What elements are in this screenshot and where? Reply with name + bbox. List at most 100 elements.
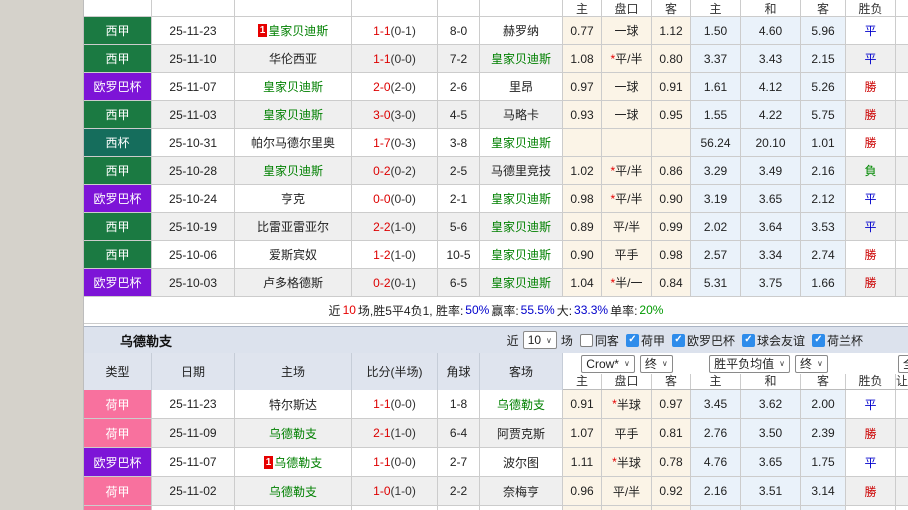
match-row: 欧罗巴杯 25-11-07 1 乌德勒支 1-1 (0-0) 2-7 波尔图 1.11 * 半球 0.… (84, 448, 908, 477)
recent-count-select[interactable]: 10 ∨ (522, 331, 557, 349)
away-team-link[interactable]: 波尔图 (503, 454, 539, 471)
same-away-checkbox[interactable] (579, 333, 593, 347)
result-cell: 平 (846, 390, 896, 418)
eu-draw-odds: 4.12 (741, 73, 801, 100)
score-cell: 0-2 (0-1) (352, 269, 438, 296)
away-cell: 皇家贝迪斯 (480, 45, 563, 72)
result-badge: 勝 (864, 136, 877, 150)
clipped-edge-cell (896, 241, 908, 268)
euro-odds-mode-select[interactable]: 胜平负均值 ∨ (709, 354, 790, 373)
away-team-link[interactable]: 皇家贝迪斯 (491, 190, 551, 207)
halftime-score: (0-0) (390, 455, 416, 469)
home-team-link[interactable]: 亨克 (281, 190, 305, 207)
away-team-link[interactable]: 乌德勒支 (497, 396, 545, 413)
ah-line-cell: 一球 (602, 101, 652, 128)
ah-line-cell (602, 506, 652, 510)
eu-home-odds: 2.16 (691, 477, 741, 505)
home-team-link[interactable]: 爱斯宾奴 (269, 246, 317, 263)
league-filter-checkbox-0[interactable]: ✓ (625, 333, 639, 347)
result-cell: 負 (846, 157, 896, 184)
home-team-link[interactable]: 皇家贝迪斯 (263, 78, 323, 95)
home-team-link[interactable]: 皇家贝迪斯 (268, 22, 328, 39)
corners-cell: 2-6 (438, 73, 480, 100)
eu-away-odds: 2.15 (801, 45, 846, 72)
fulltime-score: 1-0 (373, 484, 391, 498)
ah-away-odds: 0.95 (652, 101, 691, 128)
league-filter-checkbox-1[interactable]: ✓ (671, 333, 685, 347)
score-cell: 2-2 (1-0) (352, 213, 438, 240)
home-team-link[interactable]: 特尔斯达 (269, 396, 317, 413)
ah-home-odds: 0.97 (563, 73, 602, 100)
header-empty-cell (352, 0, 438, 16)
home-team-link[interactable]: 乌德勒支 (269, 483, 317, 500)
date-cell: 25-11-07 (152, 73, 235, 100)
away-cell: 皇家贝迪斯 (480, 241, 563, 268)
clipped-edge-select[interactable]: 全 (898, 354, 908, 373)
ah-away-odds: 0.99 (652, 213, 691, 240)
away-team-link[interactable]: 里昂 (509, 78, 533, 95)
away-team-link[interactable]: 皇家贝迪斯 (491, 50, 551, 67)
league-cell: 荷甲 (84, 506, 152, 510)
match-row: 欧罗巴杯 25-10-24 亨克 0-0 (0-0) 2-1 皇家贝迪斯 0.98 * 平/半 0.… (84, 185, 908, 213)
home-team-link[interactable]: 乌德勒支 (269, 425, 317, 442)
home-team-link[interactable]: 帕尔马德尔里奥 (251, 134, 335, 151)
away-team-link[interactable]: 皇家贝迪斯 (491, 218, 551, 235)
ah-line-cell: 一球 (602, 17, 652, 44)
eu-draw-odds: 3.43 (741, 45, 801, 72)
ah-home-odds: 0.91 (563, 390, 602, 418)
home-team-link[interactable]: 皇家贝迪斯 (263, 162, 323, 179)
league-filter-checkbox-3[interactable]: ✓ (811, 333, 825, 347)
check-icon: ✓ (674, 334, 683, 345)
home-cell: 皇家贝迪斯 (235, 157, 352, 184)
league-cell: 荷甲 (84, 419, 152, 447)
col-header-score: 比分(半场) (352, 353, 438, 390)
ah-home-odds: 1.08 (563, 45, 602, 72)
home-team-link[interactable]: 乌德勒支 (274, 454, 322, 471)
euro-odds-group: 胜平负均值 ∨ 终 ∨ 主 和 客 (691, 353, 846, 389)
clipped-edge-cell (896, 419, 908, 447)
odds-company-select[interactable]: Crow* ∨ (581, 354, 635, 373)
score-cell: 2-0 (2-0) (352, 73, 438, 100)
away-team-link[interactable]: 马德里竞技 (491, 162, 551, 179)
eu-home-odds: 3.45 (691, 390, 741, 418)
table1-summary: 近 10 场,胜5平4负1, 胜率: 50% 赢率: 55.5% 大: 33.3% 单率:… (84, 297, 908, 324)
col-header-ah-line: 盘口 (602, 374, 652, 389)
corners-cell: 2-2 (438, 477, 480, 505)
away-team-link[interactable]: 皇家贝迪斯 (491, 246, 551, 263)
ah-line-cell: * 平/半 (602, 157, 652, 184)
eu-home-odds: 3.19 (691, 185, 741, 212)
rank-badge: 1 (263, 455, 274, 469)
summary-segment: 场,胜5平4负1, 胜率: (357, 303, 464, 318)
away-team-link[interactable]: 马略卡 (503, 106, 539, 123)
ah-home-odds: 1.07 (563, 419, 602, 447)
league-filter-checkbox-2[interactable]: ✓ (741, 333, 755, 347)
result-cell: 平 (846, 45, 896, 72)
fulltime-score: 1-1 (373, 397, 391, 411)
handicap-selects-row: Crow* ∨ 终 ∨ (563, 353, 691, 374)
home-cell: 皇家贝迪斯 (235, 101, 352, 128)
away-team-link[interactable]: 赫罗纳 (503, 22, 539, 39)
home-team-link[interactable]: 皇家贝迪斯 (263, 106, 323, 123)
fulltime-score: 2-1 (373, 426, 391, 440)
league-filter-label-2: 球会友谊 (756, 333, 805, 348)
euro-final-select[interactable]: 终 ∨ (795, 354, 828, 373)
eu-draw-odds: 3.75 (741, 269, 801, 296)
summary-segment: 50% (465, 303, 490, 317)
home-team-link[interactable]: 华伦西亚 (269, 50, 317, 67)
away-team-link[interactable]: 皇家贝迪斯 (491, 134, 551, 151)
away-team-link[interactable]: 皇家贝迪斯 (491, 274, 551, 291)
eu-away-odds: 5.26 (801, 73, 846, 100)
handicap-final-select[interactable]: 终 ∨ (639, 354, 673, 373)
away-team-link[interactable]: 阿贾克斯 (497, 425, 545, 442)
clipped-edge-cell (896, 0, 908, 16)
match-row: 西甲 25-11-23 1 皇家贝迪斯 1-1 (0-1) 8-0 赫罗纳 0.77 一球 1.12… (84, 17, 908, 45)
away-team-link[interactable]: 奈梅亨 (503, 483, 539, 500)
home-cell: 乌德勒支 (235, 477, 352, 505)
home-team-link[interactable]: 比雷亚雷亚尔 (257, 218, 329, 235)
league-cell: 欧罗巴杯 (84, 448, 152, 476)
home-team-link[interactable]: 卢多格德斯 (263, 274, 323, 291)
match-row: 西甲 25-11-10 华伦西亚 1-1 (0-0) 7-2 皇家贝迪斯 1.08 * 平/半 0.… (84, 45, 908, 73)
clipped-edge-cell (896, 45, 908, 72)
halftime-score: (0-0) (390, 51, 416, 66)
col-header-away: 客场 (480, 353, 563, 390)
